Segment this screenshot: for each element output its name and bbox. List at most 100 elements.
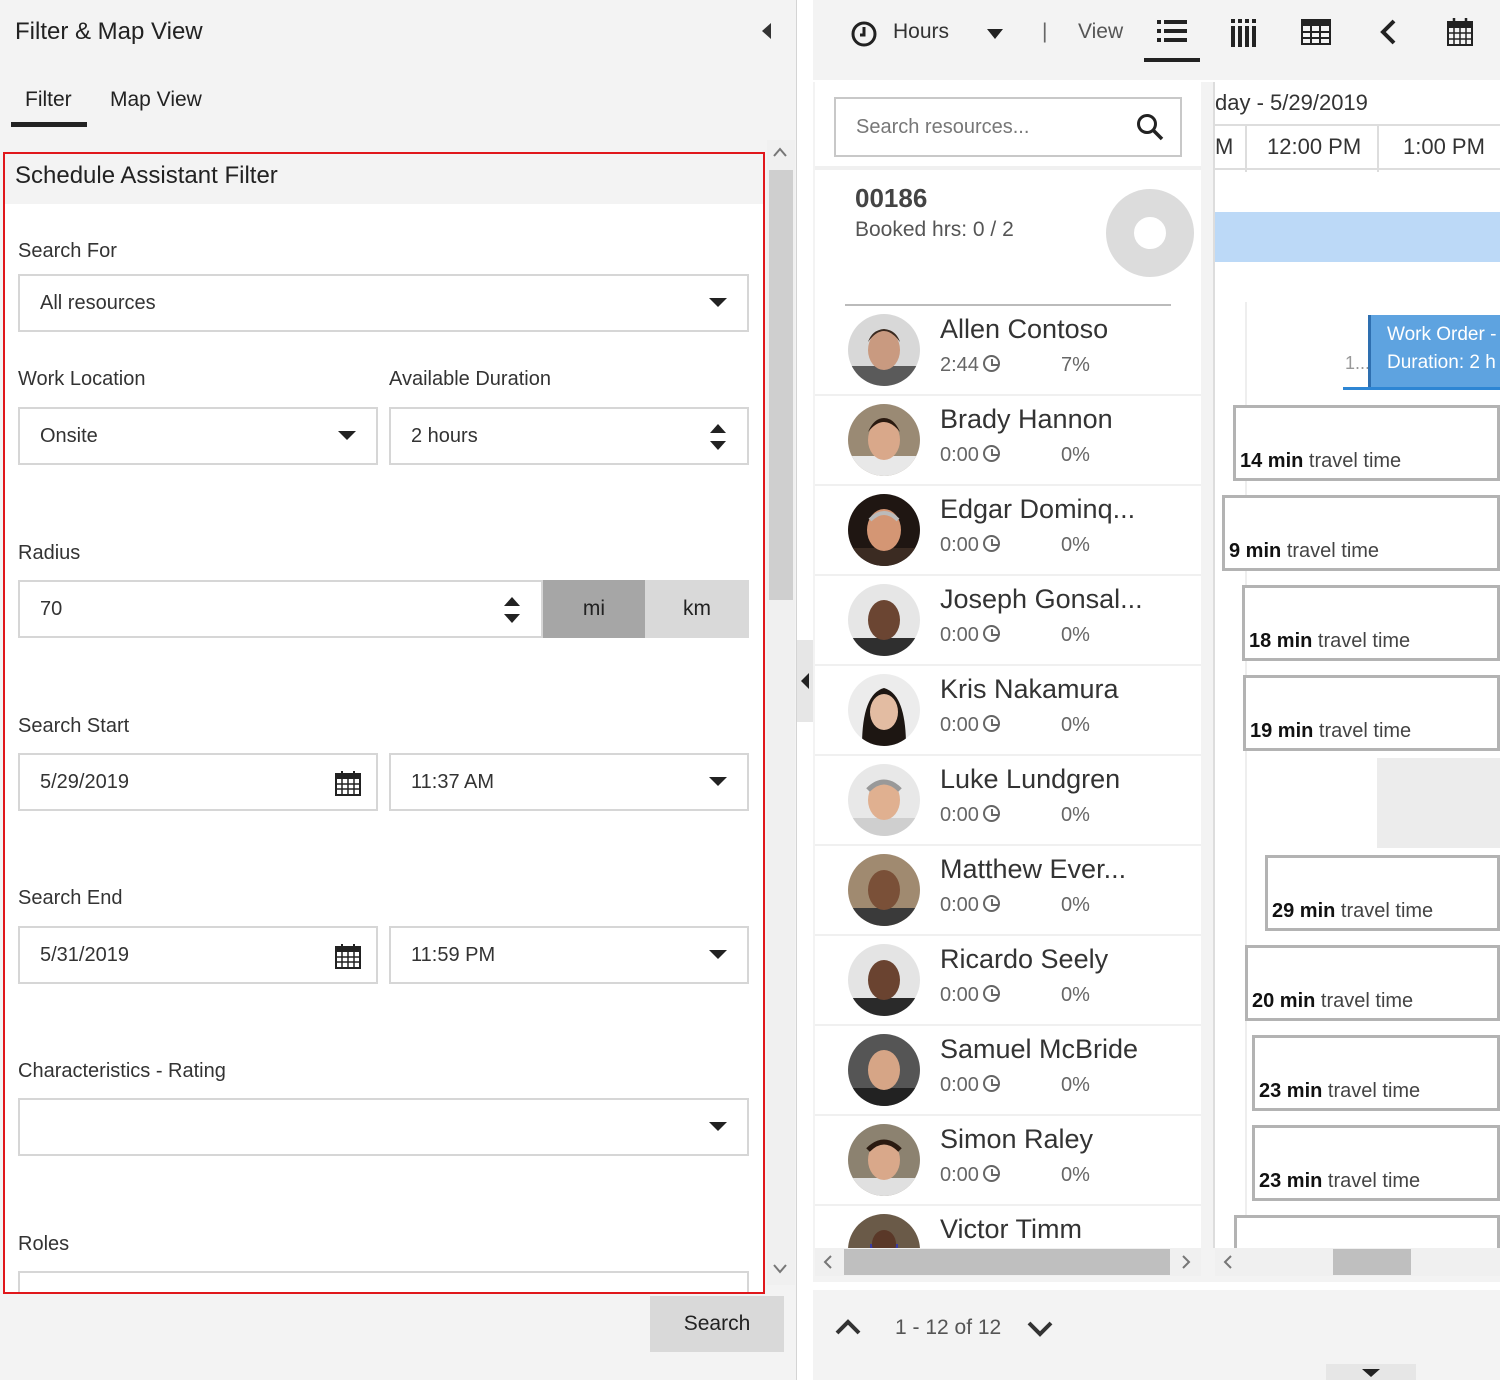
requirement-timeslot[interactable] [1215,212,1500,262]
resource-row[interactable]: Kris Nakamura 0:00 0% [815,668,1201,756]
resource-name: Kris Nakamura [940,674,1119,704]
resource-row[interactable]: Edgar Dominq... 0:00 0% [815,488,1201,576]
tab-filter[interactable]: Filter [25,88,72,112]
resource-name: Joseph Gonsal... [940,584,1143,614]
search-start-time: 11:37 AM [411,771,495,793]
resource-utilization: 0% [1061,444,1090,466]
avatar [848,854,920,926]
travel-time-block[interactable]: 20 min travel time [1245,945,1500,1021]
resource-row[interactable]: Ricardo Seely 0:00 0% [815,938,1201,1026]
roles-dropdown[interactable] [18,1271,749,1292]
resource-name: Luke Lundgren [940,764,1121,794]
avatar [848,674,920,746]
scrollbar-thumb[interactable] [769,170,793,600]
resource-name: Simon Raley [940,1124,1094,1154]
work-location-dropdown[interactable]: Onsite [18,407,378,465]
bottom-expander[interactable] [1326,1364,1416,1380]
radius-value: 70 [40,598,63,620]
list-view-icon[interactable] [1156,18,1188,44]
avatar [848,1214,920,1248]
unit-km-toggle[interactable]: km [645,580,749,638]
travel-time-block[interactable]: 14 min travel time [1233,405,1500,481]
search-for-value: All resources [40,292,156,314]
panel-splitter[interactable] [797,640,813,722]
resource-row[interactable]: Samuel McBride 0:00 0% [815,1028,1201,1116]
scroll-up-icon[interactable] [772,146,788,158]
booking-tag: 1... [1345,353,1371,373]
calendar-icon[interactable] [334,942,362,970]
expand-left-icon[interactable] [800,672,810,690]
avatar [848,584,920,656]
hours-dropdown-label[interactable]: Hours [893,20,949,44]
active-view-indicator [1144,58,1200,62]
resource-time: 0:00 [940,1074,1000,1097]
chevron-down-icon[interactable] [986,28,1004,40]
resource-row[interactable]: Brady Hannon 0:00 0% [815,398,1201,486]
clock-icon [982,355,1000,372]
search-icon[interactable] [1136,113,1164,141]
resource-row[interactable]: Victor Timm [815,1208,1201,1248]
vertical-view-icon[interactable] [1230,18,1258,48]
chevron-down-icon[interactable] [1361,1368,1381,1378]
clock-icon [982,985,1000,1002]
resource-row[interactable]: Joseph Gonsal... 0:00 0% [815,578,1201,666]
search-end-time-dropdown[interactable]: 11:59 PM [389,926,749,984]
scrollbar-thumb[interactable] [844,1249,1170,1275]
search-start-label: Search Start [18,715,130,737]
avatar [848,764,920,836]
travel-time-block[interactable]: 18 min travel time [1242,585,1500,661]
search-resources-input[interactable]: Search resources... [834,97,1182,157]
resource-utilization: 0% [1061,714,1090,736]
spinner-icon[interactable] [503,596,521,624]
panel-title: Filter & Map View [15,18,203,45]
radius-input[interactable]: 70 [18,580,543,638]
resource-name: Ricardo Seely [940,944,1109,974]
chevron-left-icon[interactable] [1378,18,1398,46]
unit-mi-toggle[interactable]: mi [543,580,645,638]
search-button[interactable]: Search [650,1296,784,1352]
travel-time-block[interactable]: 23 min travel time [1252,1125,1500,1201]
travel-time-block[interactable]: 9 min travel time [1222,495,1500,571]
clock-icon [982,1075,1000,1092]
requirement-card: 00186 Booked hrs: 0 / 2 [815,170,1201,298]
avatar [848,944,920,1016]
travel-time-block[interactable]: 29 min travel time [1265,855,1500,931]
resource-row[interactable]: Allen Contoso 2:44 7% [815,308,1201,396]
resource-utilization: 0% [1061,1074,1090,1096]
resource-row[interactable]: Simon Raley 0:00 0% [815,1118,1201,1206]
work-order-booking[interactable]: 1... Work Order - Duration: 2 h [1343,307,1500,390]
scrollbar-thumb[interactable] [1333,1249,1411,1275]
resource-row[interactable]: Luke Lundgren 0:00 0% [815,758,1201,846]
timeline-hour: M [1215,134,1234,159]
scroll-left-icon[interactable] [1222,1254,1234,1270]
resource-row[interactable]: Matthew Ever... 0:00 0% [815,848,1201,936]
search-end-date-input[interactable]: 5/31/2019 [18,926,378,984]
characteristics-dropdown[interactable] [18,1098,749,1156]
travel-time-block[interactable] [1234,1215,1500,1248]
scroll-left-icon[interactable] [822,1254,834,1270]
clock-icon [982,535,1000,552]
travel-time-block[interactable]: 19 min travel time [1243,675,1500,751]
search-start-date-input[interactable]: 5/29/2019 [18,753,378,811]
calendar-icon[interactable] [334,769,362,797]
resource-time: 0:00 [940,804,1000,827]
resource-utilization: 0% [1061,534,1090,556]
chevron-down-icon[interactable] [1026,1320,1054,1338]
search-for-dropdown[interactable]: All resources [18,274,749,332]
search-start-time-dropdown[interactable]: 11:37 AM [389,753,749,811]
clock-icon [982,895,1000,912]
pagination-text: 1 - 12 of 12 [895,1316,1002,1339]
travel-time-block[interactable]: 23 min travel time [1252,1035,1500,1111]
scroll-down-icon[interactable] [772,1262,788,1274]
resource-utilization: 0% [1061,984,1090,1006]
avatar [848,404,920,476]
chevron-up-icon[interactable] [834,1318,862,1336]
clock-icon [982,445,1000,462]
collapse-left-icon[interactable] [760,22,772,40]
grid-view-icon[interactable] [1301,19,1331,45]
available-duration-stepper[interactable]: 2 hours [389,407,749,465]
scroll-right-icon[interactable] [1180,1254,1192,1270]
tab-map-view[interactable]: Map View [110,88,202,112]
calendar-icon[interactable] [1446,17,1474,47]
spinner-icon[interactable] [709,423,727,451]
